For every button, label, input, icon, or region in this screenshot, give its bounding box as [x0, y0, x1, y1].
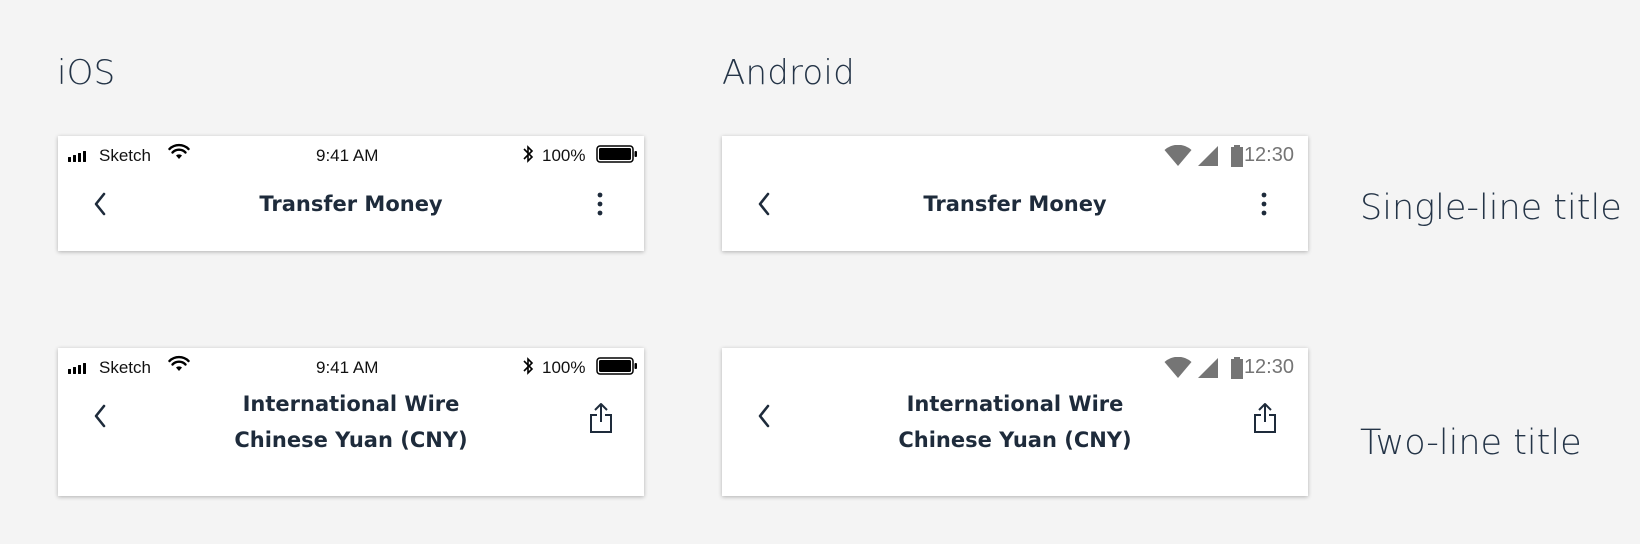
nav-title-line-2: Chinese Yuan (CNY)	[898, 428, 1132, 452]
two-line-title-label: Two-line title	[1360, 423, 1582, 463]
nav-title: International Wire Chinese Yuan (CNY)	[58, 386, 644, 458]
nav-title: Transfer Money	[923, 192, 1107, 216]
android-heading: Android	[722, 53, 855, 93]
battery-icon	[596, 357, 638, 380]
android-single-line-nav-card: 12:30 Transfer Money	[722, 136, 1308, 251]
carrier-name: Sketch	[99, 146, 151, 165]
more-vertical-icon[interactable]	[590, 184, 610, 224]
battery-icon	[596, 145, 638, 168]
share-icon[interactable]	[1250, 398, 1280, 438]
cell-signal-icon	[1196, 145, 1220, 173]
nav-title: Transfer Money	[259, 192, 443, 216]
ios-status-bar: Sketch 9:41 AM 100%	[58, 348, 644, 386]
ios-status-bar: Sketch 9:41 AM 100%	[58, 136, 644, 174]
wifi-icon	[1164, 144, 1192, 173]
signal-icon	[68, 363, 86, 374]
wifi-icon	[168, 143, 190, 166]
android-status-bar: 12:30	[722, 136, 1308, 174]
status-time: 9:41 AM	[316, 358, 379, 377]
wifi-icon	[168, 355, 190, 378]
ios-two-line-nav-card: Sketch 9:41 AM 100% International Wire C…	[58, 348, 644, 496]
android-two-line-nav-card: 12:30 International Wire Chinese Yuan (C…	[722, 348, 1308, 496]
signal-icon	[68, 151, 86, 162]
single-line-title-label: Single-line title	[1360, 188, 1622, 228]
nav-title-line-2: Chinese Yuan (CNY)	[234, 428, 468, 452]
battery-icon	[1230, 357, 1244, 385]
cell-signal-icon	[1196, 357, 1220, 385]
battery-icon	[1230, 145, 1244, 173]
nav-title: International Wire Chinese Yuan (CNY)	[722, 386, 1308, 458]
battery-percentage: 100%	[542, 146, 586, 165]
status-time: 12:30	[1243, 144, 1294, 166]
ios-heading: iOS	[57, 53, 116, 93]
nav-title-line-1: International Wire	[906, 392, 1124, 416]
ios-single-line-nav-card: Sketch 9:41 AM 100% Transfer Money	[58, 136, 644, 251]
nav-title-line-1: International Wire	[242, 392, 460, 416]
wifi-icon	[1164, 356, 1192, 385]
android-status-bar: 12:30	[722, 348, 1308, 386]
battery-percentage: 100%	[542, 358, 586, 377]
bluetooth-icon	[521, 144, 535, 169]
carrier-name: Sketch	[99, 358, 151, 377]
bluetooth-icon	[521, 356, 535, 381]
status-time: 9:41 AM	[316, 146, 379, 165]
more-vertical-icon[interactable]	[1254, 184, 1274, 224]
status-time: 12:30	[1243, 356, 1294, 378]
share-icon[interactable]	[586, 398, 616, 438]
